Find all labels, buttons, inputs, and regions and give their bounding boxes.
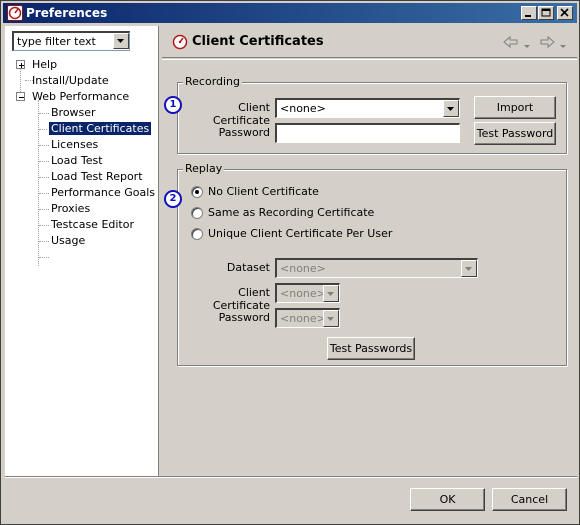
dataset-combo[interactable]: <none>	[275, 258, 478, 278]
replay-legend: Replay	[183, 162, 225, 175]
tree-item-client-certificates[interactable]: Client Certificates	[5, 121, 155, 137]
forward-arrow-icon[interactable]	[538, 35, 556, 52]
chevron-down-icon[interactable]	[461, 260, 477, 277]
preferences-tree-pane: type filter text Help Install/Update Web…	[5, 26, 159, 476]
tree-item-load-test-report[interactable]: Load Test Report	[5, 170, 155, 185]
cancel-button[interactable]: Cancel	[492, 488, 567, 511]
window-title: Preferences	[26, 6, 108, 20]
minimize-button[interactable]	[521, 6, 537, 20]
back-menu-chevron-icon[interactable]	[524, 39, 531, 52]
app-icon	[7, 5, 23, 21]
filter-combo[interactable]: type filter text	[12, 31, 130, 51]
tree-item-label: Install/Update	[32, 74, 109, 87]
radio-same-as-recording[interactable]: Same as Recording Certificate	[191, 206, 411, 222]
radio-button[interactable]	[191, 207, 203, 219]
tree-item-proxies[interactable]: Proxies	[5, 202, 155, 217]
tree-item-label: Load Test	[51, 154, 103, 167]
title-bar[interactable]: Preferences	[3, 3, 577, 23]
recording-cert-combo[interactable]: <none>	[275, 98, 460, 118]
tree-item-label: Licenses	[51, 138, 99, 151]
tree-item-help[interactable]: Help	[5, 58, 155, 73]
import-button[interactable]: Import	[474, 96, 556, 119]
tree-item-testcase-editor[interactable]: Testcase Editor	[5, 218, 155, 233]
replay-password-value: <none>	[280, 312, 326, 325]
back-arrow-icon[interactable]	[502, 35, 520, 52]
chevron-down-icon[interactable]	[443, 100, 459, 117]
recording-password-label: Password	[218, 126, 270, 139]
chevron-down-icon[interactable]	[323, 285, 339, 302]
tree-item-licenses[interactable]: Licenses	[5, 138, 155, 153]
tree-item-web-performance[interactable]: Web Performance	[5, 90, 155, 105]
tree-item-label: Browser	[51, 106, 96, 119]
forward-menu-chevron-icon[interactable]	[560, 39, 567, 52]
tree-item-label: Performance Goals	[51, 186, 155, 199]
radio-button[interactable]	[191, 228, 203, 240]
certificate-icon	[172, 34, 188, 53]
maximize-button[interactable]	[538, 6, 554, 20]
recording-cert-label: Client Certificate	[212, 101, 270, 127]
page-title: Client Certificates	[192, 34, 324, 49]
chevron-down-icon[interactable]	[323, 310, 339, 327]
recording-cert-value: <none>	[280, 102, 326, 115]
tree-item-usage[interactable]: Usage	[5, 234, 155, 249]
tree-item-label: Proxies	[51, 202, 91, 215]
replay-cert-label: Client Certificate	[212, 286, 270, 312]
replay-cert-combo[interactable]: <none>	[275, 283, 340, 303]
radio-unique-per-user[interactable]: Unique Client Certificate Per User	[191, 227, 421, 243]
preferences-window: Preferences type filter text Help Instal…	[0, 0, 580, 525]
expand-icon[interactable]	[16, 60, 25, 69]
tree-item-label: Usage	[51, 234, 86, 247]
page-header: Client Certificates	[162, 26, 577, 58]
replay-password-combo[interactable]: <none>	[275, 308, 340, 328]
tree-item-label: Load Test Report	[51, 170, 143, 183]
test-passwords-button[interactable]: Test Passwords	[327, 337, 415, 360]
filter-input[interactable]: type filter text	[17, 35, 96, 48]
recording-legend: Recording	[183, 75, 243, 88]
tree-item-load-test[interactable]: Load Test	[5, 154, 155, 169]
preference-page: Client Certificates Recording 1 Client C…	[162, 26, 577, 476]
tree-item-browser[interactable]: Browser	[5, 106, 155, 121]
tree-item-install-update[interactable]: Install/Update	[5, 74, 155, 89]
tree-item-label: Client Certificates	[47, 121, 153, 136]
step-2-badge: 2	[164, 190, 182, 208]
dataset-value: <none>	[280, 262, 326, 275]
filter-dropdown-button[interactable]	[113, 33, 129, 49]
tree-item-label: Testcase Editor	[51, 218, 134, 231]
close-button[interactable]	[557, 6, 573, 20]
step-1-badge: 1	[164, 96, 182, 114]
radio-label: Same as Recording Certificate	[208, 206, 375, 219]
radio-no-client-certificate[interactable]: No Client Certificate	[191, 185, 391, 201]
tree-item-label: Help	[32, 58, 58, 71]
ok-button[interactable]: OK	[410, 488, 485, 511]
radio-label: Unique Client Certificate Per User	[208, 227, 393, 240]
dialog-button-bar: OK Cancel	[5, 476, 577, 522]
radio-button[interactable]	[191, 186, 203, 198]
tree-item-performance-goals[interactable]: Performance Goals	[5, 186, 155, 201]
tree-item-label: Web Performance	[32, 90, 130, 103]
recording-password-field[interactable]	[275, 123, 460, 143]
dataset-label: Dataset	[226, 261, 270, 274]
collapse-icon[interactable]	[16, 92, 25, 101]
replay-cert-value: <none>	[280, 287, 326, 300]
test-password-button[interactable]: Test Password	[474, 122, 556, 145]
radio-label: No Client Certificate	[208, 185, 319, 198]
replay-password-label: Password	[218, 311, 270, 324]
